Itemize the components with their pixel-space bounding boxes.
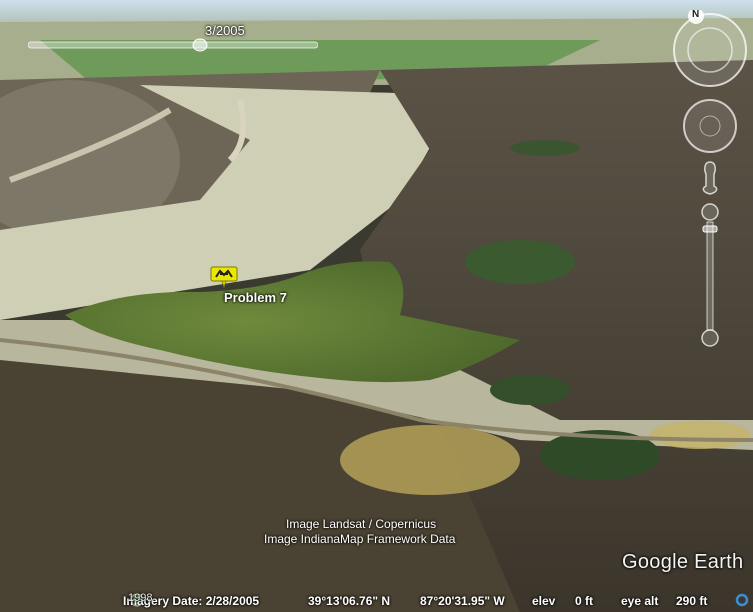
zoom-out-icon (701, 329, 719, 347)
hiker-pin-icon[interactable] (210, 266, 238, 288)
eye-altitude-label: eye alt (621, 594, 659, 608)
placemark-label[interactable]: Problem 7 (224, 290, 287, 305)
zoom-slider[interactable] (696, 160, 724, 350)
eye-altitude-value: 290 ft (676, 594, 708, 608)
time-slider-handle (192, 38, 208, 52)
time-slider[interactable] (28, 38, 318, 52)
zoom-in-icon (701, 203, 719, 221)
zoom-handle (702, 225, 718, 233)
imagery-credit: Image Landsat / Copernicus (286, 517, 437, 531)
map-viewport[interactable]: 3/2005 Problem 7 N Image Landsat / Coper… (0, 0, 753, 612)
google-earth-logo: Google Earth (622, 551, 744, 573)
look-joystick[interactable] (680, 96, 740, 156)
latitude-readout: 39°13'06.76" N (308, 594, 391, 608)
longitude-readout: 87°20'31.95" W (420, 594, 505, 608)
status-bar: Imagery Date: 2/28/2005 1998 39°13'06.76… (0, 590, 753, 612)
elevation-value: 0 ft (575, 594, 593, 608)
elevation-label: elev (532, 594, 556, 608)
loading-indicator-icon (735, 593, 749, 607)
navigation-controls: N (670, 9, 750, 350)
street-view-pegman-icon (702, 161, 718, 195)
compass-ring[interactable] (670, 10, 750, 90)
north-indicator[interactable]: N (692, 9, 699, 20)
imagery-credit: Image IndianaMap Framework Data (264, 532, 456, 546)
time-slider-label: 3/2005 (205, 23, 245, 38)
historical-year: 1998 (128, 592, 153, 604)
